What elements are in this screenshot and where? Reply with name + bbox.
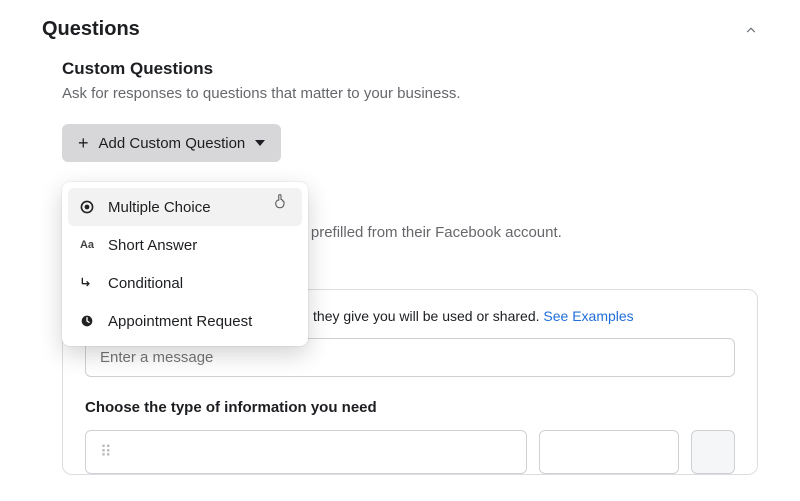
chevron-up-icon[interactable]	[744, 23, 758, 37]
see-examples-link[interactable]: See Examples	[543, 308, 633, 324]
section-title: Questions	[42, 18, 140, 41]
dropdown-item-short-answer[interactable]: Aa Short Answer	[68, 226, 302, 264]
choose-info-type-label: Choose the type of information you need	[85, 399, 735, 416]
text-aa-icon: Aa	[78, 236, 96, 254]
cursor-hand-icon	[272, 192, 290, 210]
branch-arrow-icon	[78, 274, 96, 292]
add-custom-question-button[interactable]: + Add Custom Question	[62, 124, 281, 162]
custom-questions-title: Custom Questions	[62, 59, 758, 79]
icon-action-button[interactable]	[691, 430, 735, 474]
custom-questions-desc: Ask for responses to questions that matt…	[62, 85, 758, 102]
dropdown-item-label: Short Answer	[108, 237, 197, 254]
radio-icon	[78, 198, 96, 216]
question-type-dropdown: Multiple Choice Aa Short Answer Conditio…	[62, 182, 308, 346]
add-custom-question-label: Add Custom Question	[99, 135, 246, 152]
clock-icon	[78, 312, 96, 330]
dropdown-item-appointment-request[interactable]: Appointment Request	[68, 302, 302, 340]
plus-icon: +	[78, 134, 89, 152]
secondary-field-button[interactable]	[539, 430, 679, 474]
dropdown-item-label: Conditional	[108, 275, 183, 292]
chevron-down-icon	[255, 140, 265, 146]
dropdown-item-label: Multiple Choice	[108, 199, 211, 216]
dropdown-item-multiple-choice[interactable]: Multiple Choice	[68, 188, 302, 226]
info-type-field[interactable]: ⠿	[85, 430, 527, 474]
dropdown-item-label: Appointment Request	[108, 313, 252, 330]
drag-handle-icon[interactable]: ⠿	[100, 442, 114, 462]
dropdown-item-conditional[interactable]: Conditional	[68, 264, 302, 302]
